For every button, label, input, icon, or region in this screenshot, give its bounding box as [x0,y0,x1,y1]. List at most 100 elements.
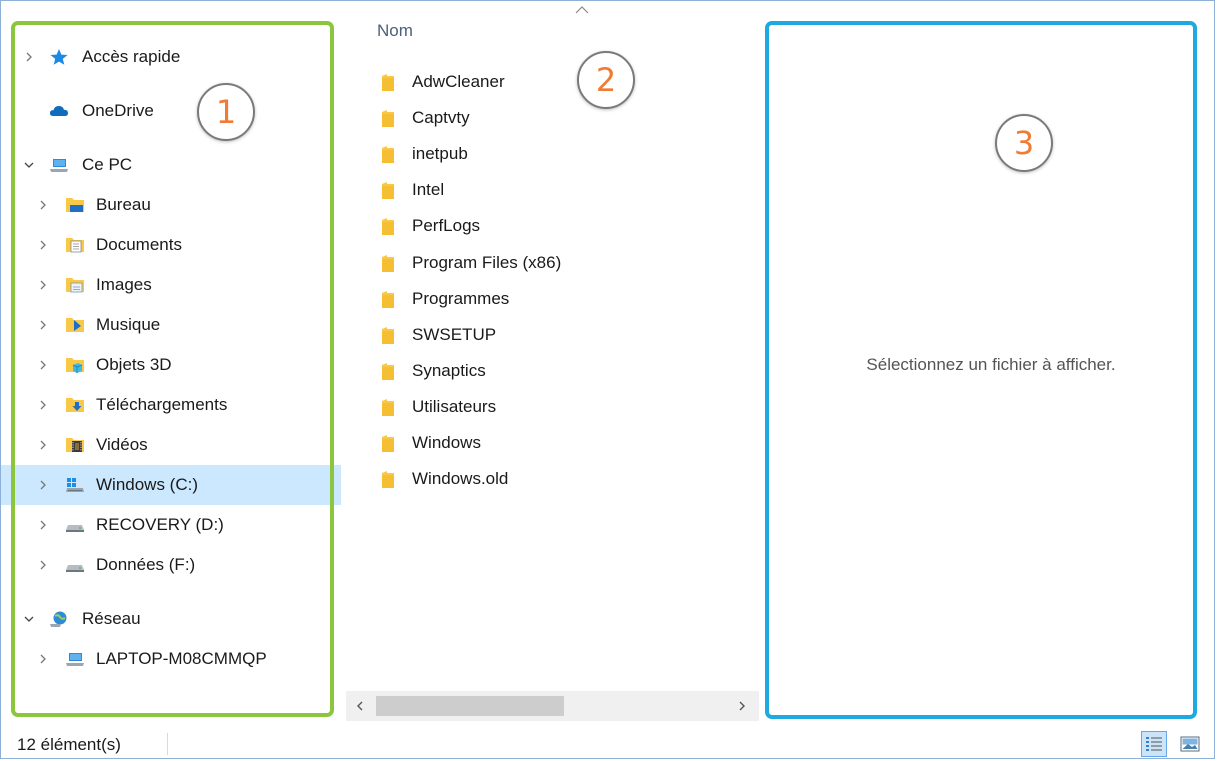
horizontal-scrollbar[interactable] [346,691,759,721]
list-item-programmes[interactable]: Programmes [377,282,757,316]
scroll-right-icon[interactable] [736,700,748,712]
nav-item-label: Documents [96,235,182,254]
list-item-synaptics[interactable]: Synaptics [377,354,757,388]
star-icon [50,49,68,65]
list-item-adwcleaner[interactable]: AdwCleaner [377,65,757,99]
nav-item-donnees-f[interactable]: Données (F:) [1,545,341,585]
large-icons-view-icon [1180,736,1200,752]
list-item-swsetup[interactable]: SWSETUP [377,318,757,352]
file-name: Program Files (x86) [412,253,562,272]
file-name: Intel [412,180,445,199]
chevron-right-icon[interactable] [22,50,36,64]
file-name: Synaptics [412,361,486,380]
chevron-right-icon[interactable] [36,198,50,212]
status-bar: 12 élément(s) [1,727,1216,760]
chevron-right-icon[interactable] [36,478,50,492]
list-item-windows-old[interactable]: Windows.old [377,462,757,496]
computer-icon [66,653,84,666]
file-name: PerfLogs [412,216,481,235]
nav-item-telechargements[interactable]: Téléchargements [1,385,341,425]
videos-folder-icon [66,438,84,452]
nav-item-label: Windows (C:) [96,475,199,494]
file-name: Utilisateurs [412,397,497,416]
folder-icon [382,327,394,344]
chevron-right-icon[interactable] [36,238,50,252]
chevron-right-icon[interactable] [36,318,50,332]
drive-icon [66,565,84,572]
chevron-right-icon[interactable] [36,358,50,372]
nav-item-recovery-d[interactable]: RECOVERY (D:) [1,505,341,545]
nav-item-videos[interactable]: Vidéos [1,425,341,465]
file-name: AdwCleaner [412,72,505,91]
nav-item-label: Vidéos [96,435,148,454]
nav-item-label: Accès rapide [82,47,181,66]
nav-item-this-pc[interactable]: Ce PC [1,145,341,185]
folder-icon [382,74,394,91]
chevron-down-icon[interactable] [22,158,36,172]
nav-item-label: Musique [96,315,161,334]
list-item-perflogs[interactable]: PerfLogs [377,209,757,243]
annotation-marker-1: 1 [197,83,255,141]
list-item-utilisateurs[interactable]: Utilisateurs [377,390,757,424]
scroll-left-icon[interactable] [354,700,366,712]
file-name: Programmes [412,289,510,308]
list-item-captvty[interactable]: Captvty [377,101,757,135]
windows-drive-icon [66,478,84,492]
details-view-button[interactable] [1141,731,1167,757]
nav-item-musique[interactable]: Musique [1,305,341,345]
item-count: 12 élément(s) [17,735,121,754]
nav-item-windows-c[interactable]: Windows (C:) [1,465,341,505]
nav-item-label: Objets 3D [96,355,172,374]
nav-item-reseau[interactable]: Réseau [1,599,341,639]
chevron-down-icon[interactable] [22,612,36,626]
annotation-marker-2: 2 [577,51,635,109]
file-name: Windows [412,433,481,452]
folder-icon [382,291,394,308]
chevron-right-icon[interactable] [36,558,50,572]
file-name: Windows.old [412,469,509,488]
nav-item-label: Données (F:) [96,555,196,574]
column-header-name[interactable]: Nom [377,21,413,41]
nav-item-label: OneDrive [82,101,154,120]
list-item-program-files-x86[interactable]: Program Files (x86) [377,246,757,280]
nav-item-objets-3d[interactable]: Objets 3D [1,345,341,385]
nav-item-bureau[interactable]: Bureau [1,185,341,225]
chevron-right-icon[interactable] [36,652,50,666]
folder-icon [382,218,394,235]
chevron-right-icon[interactable] [36,518,50,532]
list-item-intel[interactable]: Intel [377,173,757,207]
folder-icon [382,363,394,380]
nav-item-label: Réseau [82,609,141,628]
file-explorer-window: Accès rapide OneDrive Ce PC Bureau Docum… [0,0,1215,759]
chevron-right-icon[interactable] [36,438,50,452]
chevron-right-icon[interactable] [36,398,50,412]
nav-item-onedrive[interactable]: OneDrive [1,91,341,131]
nav-item-quick-access[interactable]: Accès rapide [1,37,341,77]
status-divider [167,733,168,755]
drive-icon [66,525,84,532]
scrollbar-thumb[interactable] [376,696,564,716]
file-name: Captvty [412,108,470,127]
network-icon [50,611,67,627]
nav-item-laptop[interactable]: LAPTOP-M08CMMQP [1,639,341,679]
nav-item-images[interactable]: Images [1,265,341,305]
folder-icon [382,110,394,127]
cloud-icon [49,106,68,116]
folder-icon [382,146,394,163]
documents-folder-icon [66,238,84,253]
chevron-right-icon[interactable] [36,278,50,292]
nav-item-documents[interactable]: Documents [1,225,341,265]
sort-ascending-icon[interactable] [575,6,589,14]
nav-item-label: LAPTOP-M08CMMQP [96,649,267,668]
list-item-windows[interactable]: Windows [377,426,757,460]
desktop-folder-icon [66,198,84,212]
objects-3d-folder-icon [66,358,84,373]
folder-icon [382,255,394,272]
file-name: inetpub [412,144,468,163]
folder-icon [382,471,394,488]
folder-icon [382,182,394,199]
large-icons-view-button[interactable] [1177,731,1203,757]
list-item-inetpub[interactable]: inetpub [377,137,757,171]
folder-icon [382,435,394,452]
music-folder-icon [66,318,84,332]
